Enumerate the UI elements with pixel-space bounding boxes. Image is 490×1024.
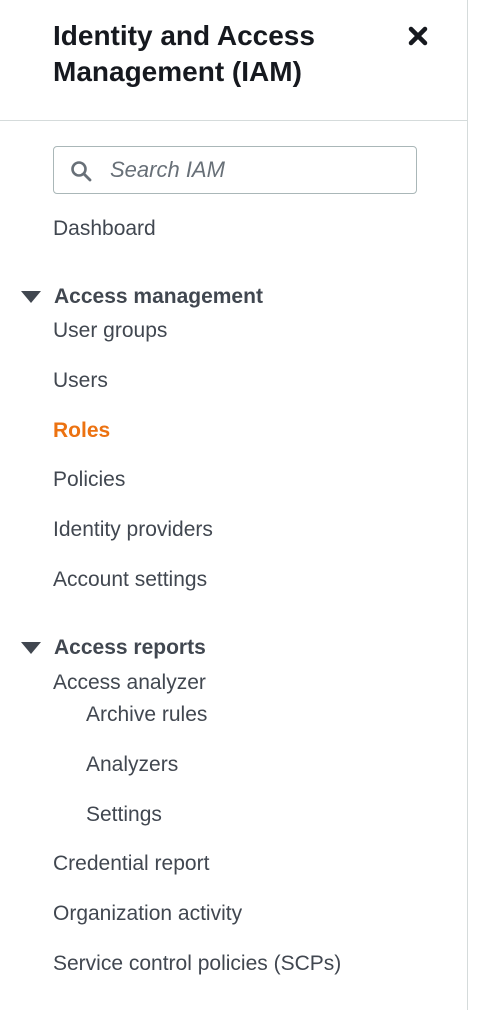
close-button[interactable]: [404, 22, 432, 50]
nav-item-organization-activity[interactable]: Organization activity: [53, 901, 242, 927]
nav-item-dashboard[interactable]: Dashboard: [53, 216, 156, 242]
caret-down-icon: [21, 642, 41, 654]
nav-item-roles[interactable]: Roles: [53, 418, 110, 444]
nav-item-credential-report[interactable]: Credential report: [53, 851, 209, 877]
caret-down-icon: [21, 291, 41, 303]
section-access-reports[interactable]: Access reports: [20, 635, 206, 661]
nav-item-service-control-policies[interactable]: Service control policies (SCPs): [53, 951, 341, 977]
nav-item-account-settings[interactable]: Account settings: [53, 567, 207, 593]
panel-title: Identity and Access Management (IAM): [53, 20, 315, 87]
search-icon: [71, 161, 92, 182]
nav-item-user-groups[interactable]: User groups: [53, 318, 167, 344]
close-icon: [408, 26, 428, 46]
nav-item-analyzer-settings[interactable]: Settings: [86, 802, 162, 828]
section-access-management[interactable]: Access management: [20, 284, 263, 310]
nav-item-analyzers[interactable]: Analyzers: [86, 752, 178, 778]
iam-navigation-panel: Identity and Access Management (IAM) Das…: [0, 0, 468, 1010]
nav-item-identity-providers[interactable]: Identity providers: [53, 517, 213, 543]
search-input[interactable]: [110, 147, 400, 193]
section-label: Access reports: [54, 636, 206, 659]
search-box: [53, 146, 417, 194]
nav-item-archive-rules[interactable]: Archive rules: [86, 702, 207, 728]
section-label: Access management: [54, 285, 263, 308]
panel-header: Identity and Access Management (IAM): [0, 0, 468, 121]
nav-item-users[interactable]: Users: [53, 368, 108, 394]
nav-item-policies[interactable]: Policies: [53, 467, 125, 493]
nav-item-access-analyzer[interactable]: Access analyzer: [53, 670, 206, 696]
